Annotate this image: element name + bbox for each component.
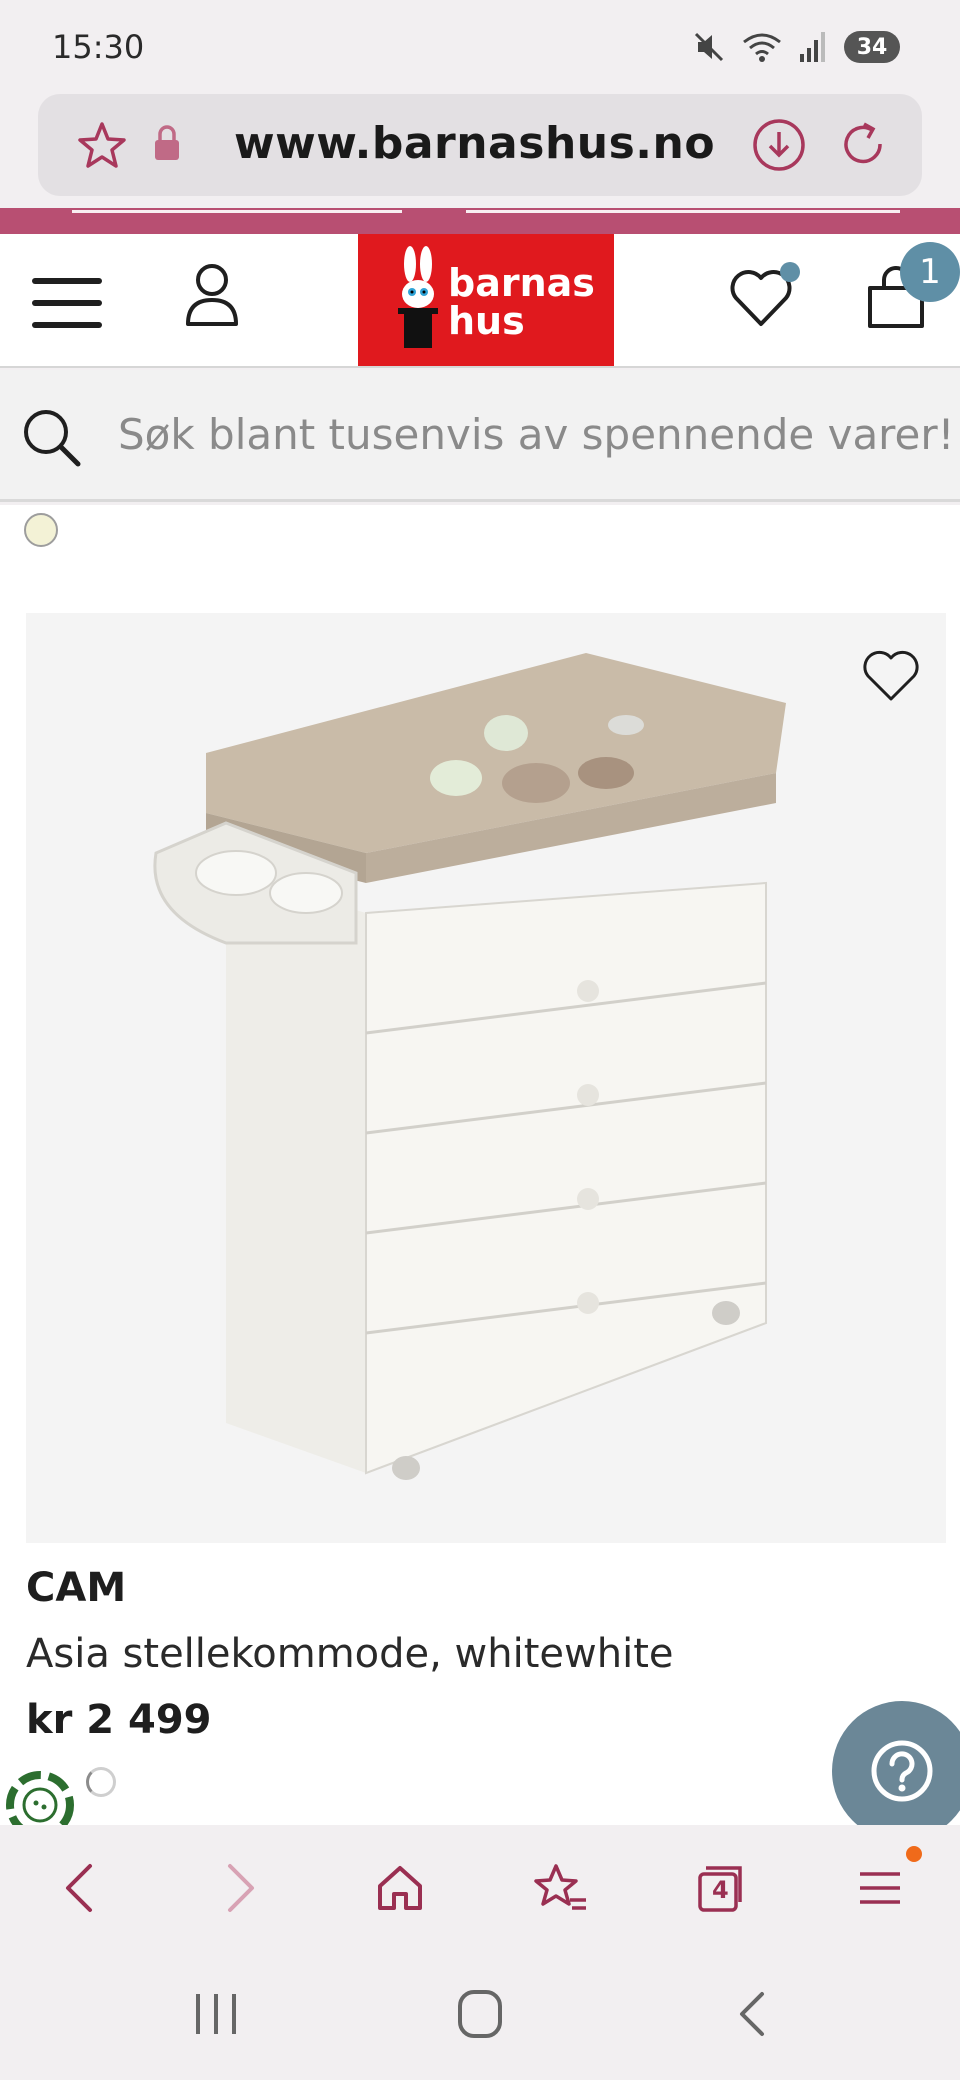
search-bar[interactable]: Søk blant tusenvis av spennende varer! <box>0 370 960 502</box>
wishlist-dot <box>780 262 800 282</box>
wifi-icon <box>743 33 781 62</box>
eco-badge-icon <box>6 1771 74 1825</box>
back-button[interactable] <box>44 1852 116 1924</box>
bookmarks-icon <box>534 1864 586 1910</box>
tab-count: 4 <box>712 1876 729 1904</box>
status-time: 15:30 <box>52 28 145 66</box>
product-list: CAM Asia stellekommode, whitewhite kr 2 … <box>0 505 960 1825</box>
lock-icon <box>155 125 179 160</box>
search-icon[interactable] <box>20 406 82 468</box>
menu-icon[interactable] <box>32 278 104 330</box>
logo-text: barnas hus <box>448 264 595 340</box>
android-nav-bar <box>0 1946 960 2080</box>
forward-icon <box>228 1864 254 1912</box>
browser-toolbar: 4 <box>0 1826 960 1946</box>
back-icon <box>66 1864 92 1912</box>
back-chevron-icon[interactable] <box>728 1986 778 2042</box>
menu-button[interactable] <box>844 1852 916 1924</box>
product-price: kr 2 499 <box>26 1697 212 1743</box>
address-bar[interactable]: www.barnashus.no <box>38 94 922 196</box>
search-input[interactable]: Søk blant tusenvis av spennende varer! <box>118 410 954 459</box>
cart-badge[interactable]: 1 <box>900 242 960 302</box>
logo-line2: hus <box>448 299 525 343</box>
color-swatch[interactable] <box>24 513 58 547</box>
product-brand: CAM <box>26 1565 127 1611</box>
site-logo[interactable]: barnas hus <box>358 234 614 366</box>
menu-icon <box>860 1872 900 1904</box>
user-icon[interactable] <box>182 260 242 332</box>
battery-indicator: 34 <box>844 31 900 63</box>
logo-line1: barnas <box>448 261 595 305</box>
loading-spinner-icon <box>86 1767 116 1797</box>
product-title[interactable]: Asia stellekommode, whitewhite <box>26 1631 674 1677</box>
recents-icon[interactable] <box>186 1986 246 2042</box>
product-image[interactable] <box>26 613 946 1543</box>
url-text[interactable]: www.barnashus.no <box>234 118 715 169</box>
home-circle-icon[interactable] <box>450 1986 510 2042</box>
mute-icon <box>694 32 724 62</box>
promo-line <box>72 210 402 213</box>
star-icon[interactable] <box>74 118 130 174</box>
home-icon <box>378 1866 422 1910</box>
product-card[interactable] <box>26 613 946 1543</box>
status-bar: 15:30 34 <box>0 0 960 94</box>
signal-icon <box>800 32 825 62</box>
forward-button[interactable] <box>204 1852 276 1924</box>
tabs-button[interactable]: 4 <box>684 1852 756 1924</box>
home-button[interactable] <box>364 1852 436 1924</box>
download-icon[interactable] <box>750 116 808 174</box>
reload-icon[interactable] <box>834 116 892 174</box>
wishlist-heart-icon[interactable] <box>860 649 922 705</box>
site-header: barnas hus 1 <box>0 234 960 368</box>
question-icon <box>871 1740 933 1802</box>
promo-line <box>466 210 900 213</box>
help-button[interactable] <box>832 1701 960 1825</box>
bookmarks-button[interactable] <box>524 1852 596 1924</box>
menu-notification-dot <box>906 1846 922 1862</box>
status-icons: 34 <box>692 30 900 64</box>
